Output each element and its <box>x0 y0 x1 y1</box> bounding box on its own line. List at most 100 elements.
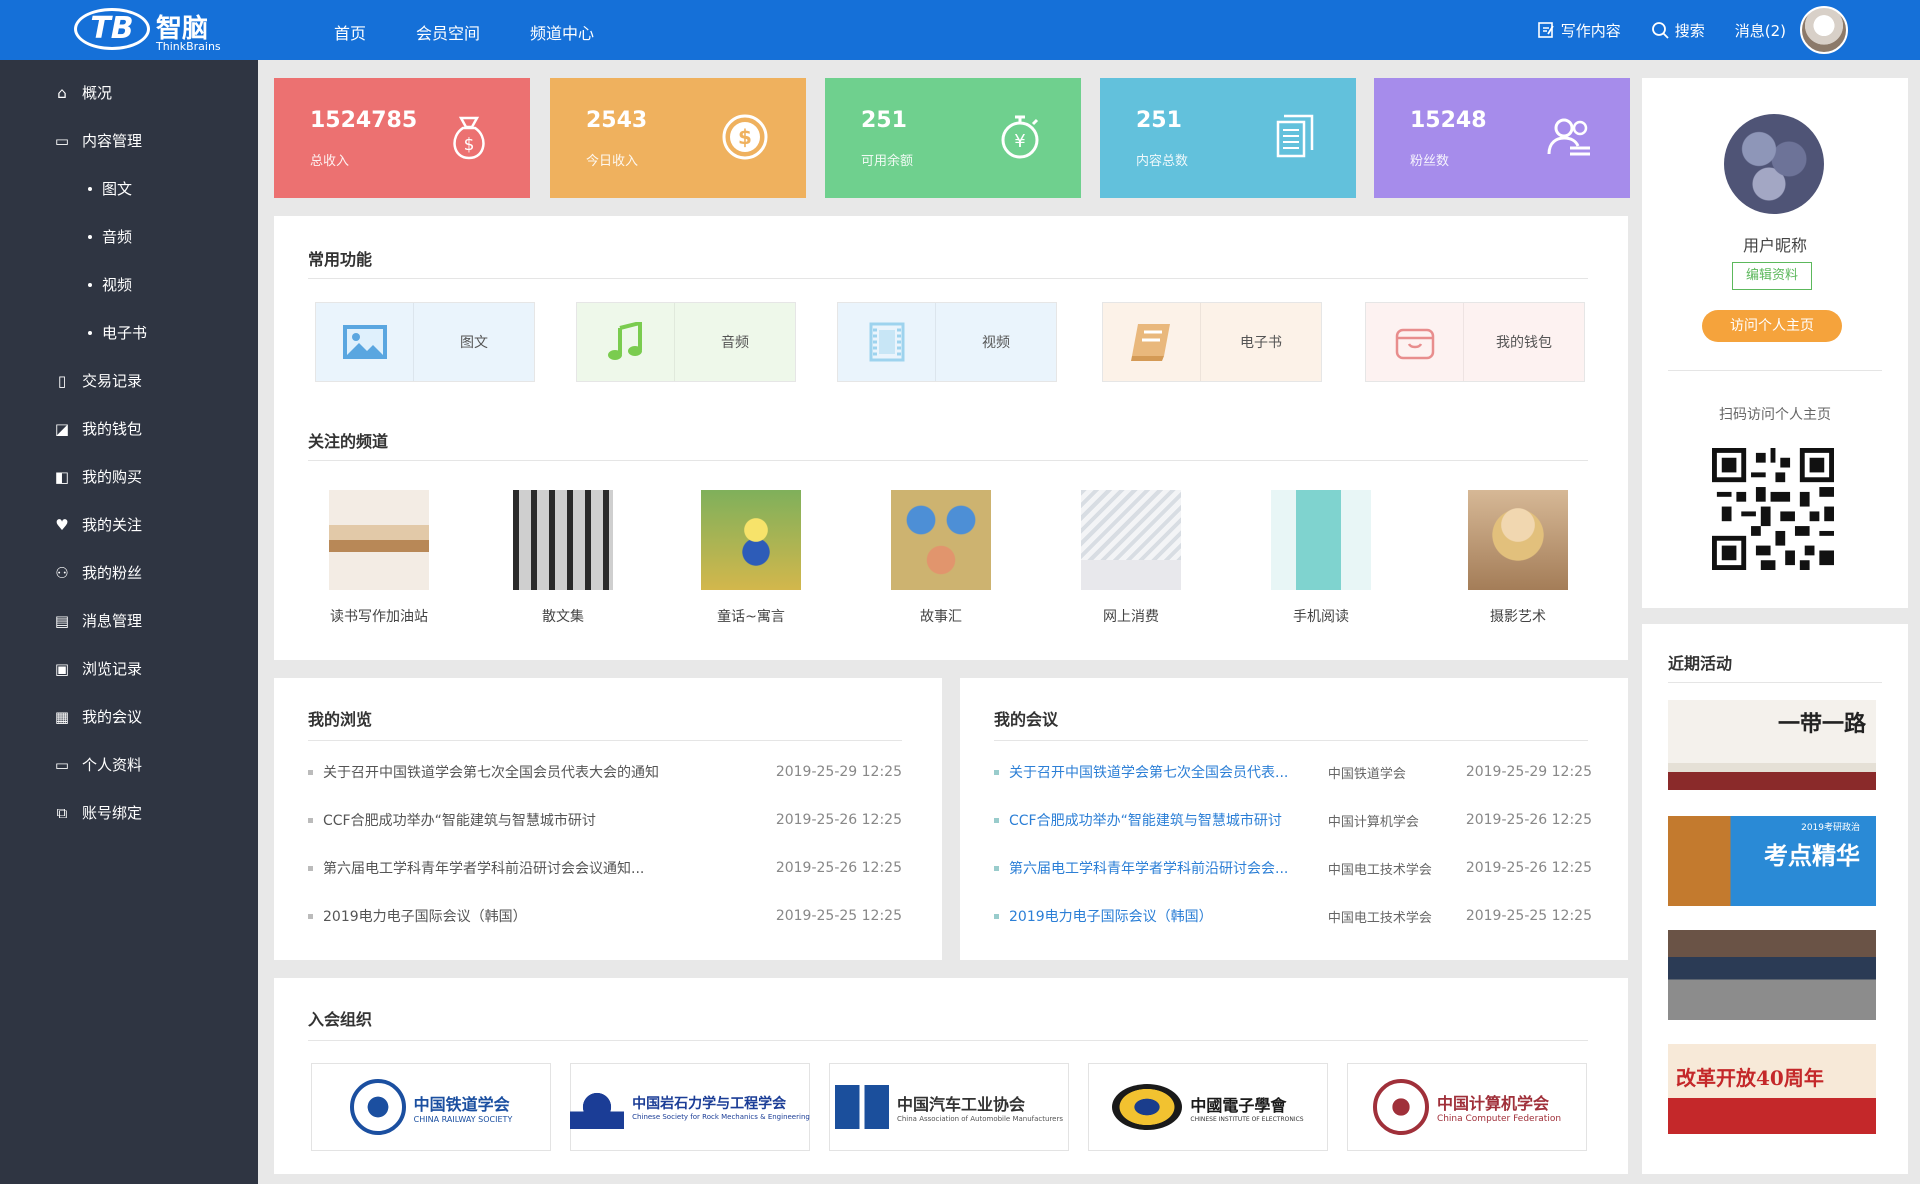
nav-channel-center[interactable]: 频道中心 <box>530 20 594 44</box>
channel-image-cart <box>1081 490 1181 590</box>
function-image-text[interactable]: 图文 <box>315 302 535 382</box>
function-icon-box <box>316 303 414 381</box>
browse-row[interactable]: 关于召开中国铁道学会第七次全国会员代表大会的通知 2019-25-29 12:25 <box>308 762 902 782</box>
divider <box>308 460 1588 461</box>
meeting-row-title[interactable]: 关于召开中国铁道学会第七次全国会员代表... <box>1009 762 1328 782</box>
profile-avatar[interactable] <box>1724 114 1824 214</box>
sidebar-item-history[interactable]: ▣ 浏览记录 <box>52 658 142 679</box>
org-item[interactable]: 中国汽车工业协会 China Association of Automobile … <box>829 1063 1069 1151</box>
stat-fans[interactable]: 15248 粉丝数 <box>1374 78 1630 198</box>
browse-row[interactable]: 2019电力电子国际会议（韩国） 2019-25-25 12:25 <box>308 906 902 926</box>
org-item[interactable]: 中國電子學會 CHINESE INSTITUTE OF ELECTRONICS <box>1088 1063 1328 1151</box>
sidebar-item-overview[interactable]: ⌂ 概况 <box>52 82 112 103</box>
channels-title: 关注的频道 <box>308 432 389 451</box>
org-item[interactable]: 中国岩石力学与工程学会 Chinese Society for Rock Mech… <box>570 1063 810 1151</box>
browse-row-title[interactable]: 关于召开中国铁道学会第七次全国会员代表大会的通知 <box>323 762 776 782</box>
meeting-row[interactable]: CCF合肥成功举办“智能建筑与智慧城市研讨 中国计算机学会 2019-25-26 1… <box>994 810 1592 830</box>
sidebar-item-content[interactable]: ▭ 内容管理 <box>52 130 142 151</box>
sidebar-item-meetings[interactable]: ▦ 我的会议 <box>52 706 142 727</box>
nav-home[interactable]: 首页 <box>334 20 366 44</box>
org-logo-railway <box>349 1079 406 1135</box>
browse-row-date: 2019-25-26 12:25 <box>775 812 902 828</box>
profile-card: 用户昵称 编辑资料 访问个人主页 扫码访问个人主页 <box>1642 78 1908 608</box>
activity-banner-exam[interactable]: 2019考研政治 考点精华 <box>1668 816 1876 906</box>
sidebar-sub-video[interactable]: 视频 <box>88 274 132 295</box>
channel-image-hourglass <box>329 490 429 590</box>
activity-banner-reform[interactable]: 改革开放40周年 <box>1668 1044 1876 1134</box>
sidebar-item-wallet[interactable]: ◪ 我的钱包 <box>52 418 142 439</box>
stat-label: 粉丝数 <box>1410 154 1450 169</box>
sidebar-item-follows[interactable]: ♥ 我的关注 <box>52 514 142 535</box>
stat-label: 可用余额 <box>861 154 914 169</box>
browse-row-title[interactable]: 2019电力电子国际会议（韩国） <box>323 906 776 926</box>
fans-icon: ⚇ <box>55 563 69 582</box>
org-name-en: CHINA RAILWAY SOCIETY <box>413 1114 513 1124</box>
browse-row-date: 2019-25-26 12:25 <box>775 860 902 876</box>
channel-item[interactable]: 读书写作加油站 <box>329 490 429 626</box>
sidebar-sub-audio[interactable]: 音频 <box>88 226 132 247</box>
stat-balance[interactable]: 251 可用余额 ¥ <box>825 78 1081 198</box>
nav-member-space[interactable]: 会员空间 <box>416 20 480 44</box>
svg-text:$: $ <box>464 135 475 155</box>
meeting-row[interactable]: 关于召开中国铁道学会第七次全国会员代表... 中国铁道学会 2019-25-29 1… <box>994 762 1592 782</box>
browse-card: 我的浏览 关于召开中国铁道学会第七次全国会员代表大会的通知 2019-25-29 … <box>274 678 942 960</box>
sidebar-item-profile[interactable]: ▭ 个人资料 <box>52 754 142 775</box>
browse-row[interactable]: 第六届电工学科青年学者学科前沿研讨会会议通知... 2019-25-26 12:2… <box>308 858 902 878</box>
sidebar-item-purchases[interactable]: ◧ 我的购买 <box>52 466 142 487</box>
browse-row-date: 2019-25-29 12:25 <box>775 764 902 780</box>
meeting-row[interactable]: 2019电力电子国际会议（韩国） 中国电工技术学会 2019-25-25 12:25 <box>994 906 1592 926</box>
meeting-row-title[interactable]: 第六届电工学科青年学者学科前沿研讨会会... <box>1009 858 1328 878</box>
org-logo-electronics <box>1112 1084 1183 1130</box>
sidebar-item-label: 我的会议 <box>82 708 143 726</box>
channel-image-phone <box>1271 490 1371 590</box>
sidebar-item-transactions[interactable]: ▯ 交易记录 <box>52 370 142 391</box>
qr-caption: 扫码访问个人主页 <box>1719 407 1831 423</box>
sidebar-item-binding[interactable]: ⧉ 账号绑定 <box>52 802 142 823</box>
meeting-row-org: 中国电工技术学会 <box>1327 862 1432 878</box>
sidebar-sub-ebook[interactable]: 电子书 <box>88 322 147 343</box>
sidebar-item-fans[interactable]: ⚇ 我的粉丝 <box>52 562 142 583</box>
channel-item[interactable]: 散文集 <box>513 490 613 626</box>
meeting-row-date: 2019-25-25 12:25 <box>1465 908 1592 924</box>
function-video[interactable]: 视频 <box>837 302 1057 382</box>
activity-banner-belt-road[interactable]: 一带一路 <box>1668 700 1876 790</box>
activity-banner-conference[interactable] <box>1668 930 1876 1020</box>
visit-homepage-button[interactable]: 访问个人主页 <box>1702 310 1842 342</box>
browse-row-title[interactable]: CCF合肥成功举办“智能建筑与智慧城市研讨 <box>323 810 776 830</box>
function-wallet[interactable]: 我的钱包 <box>1365 302 1585 382</box>
browse-row-date: 2019-25-25 12:25 <box>775 908 902 924</box>
stat-total-income[interactable]: 1524785 总收入 $ <box>274 78 530 198</box>
channel-name: 摄影艺术 <box>1490 609 1546 625</box>
search-button[interactable]: 搜索 <box>1651 20 1705 41</box>
sidebar-item-label: 我的关注 <box>82 516 143 534</box>
user-avatar[interactable] <box>1800 6 1848 54</box>
divider <box>994 740 1588 741</box>
org-item[interactable]: 中国计算机学会 China Computer Federation <box>1347 1063 1587 1151</box>
function-ebook[interactable]: 电子书 <box>1102 302 1322 382</box>
browse-row[interactable]: CCF合肥成功举办“智能建筑与智慧城市研讨 2019-25-26 12:25 <box>308 810 902 830</box>
channel-item[interactable]: 手机阅读 <box>1271 490 1371 626</box>
logo[interactable]: TB 智脑 ThinkBrains <box>74 6 234 54</box>
browse-row-title[interactable]: 第六届电工学科青年学者学科前沿研讨会会议通知... <box>323 858 776 878</box>
channel-item[interactable]: 网上消费 <box>1081 490 1181 626</box>
org-item[interactable]: 中国铁道学会 CHINA RAILWAY SOCIETY <box>311 1063 551 1151</box>
sidebar-item-messages[interactable]: ▤ 消息管理 <box>52 610 142 631</box>
channel-item[interactable]: 摄影艺术 <box>1468 490 1568 626</box>
channel-item[interactable]: 故事汇 <box>891 490 991 626</box>
stat-today-income[interactable]: 2543 今日收入 $ <box>550 78 806 198</box>
stat-content-count[interactable]: 251 内容总数 <box>1100 78 1356 198</box>
wallet-icon: ◪ <box>54 419 70 438</box>
sidebar-sub-image-text[interactable]: 图文 <box>88 178 132 199</box>
meeting-row[interactable]: 第六届电工学科青年学者学科前沿研讨会会... 中国电工技术学会 2019-25-26… <box>994 858 1592 878</box>
sidebar-item-label: 个人资料 <box>82 756 143 774</box>
meeting-row-title[interactable]: 2019电力电子国际会议（韩国） <box>1009 906 1328 926</box>
edit-profile-button[interactable]: 编辑资料 <box>1732 262 1812 290</box>
meeting-row-date: 2019-25-26 12:25 <box>1465 860 1592 876</box>
meeting-row-title[interactable]: CCF合肥成功举办“智能建筑与智慧城市研讨 <box>1009 810 1328 830</box>
channel-item[interactable]: 童话~寓言 <box>701 490 801 626</box>
write-button[interactable]: 写作内容 <box>1537 20 1621 41</box>
messages-button[interactable]: 消息(2) <box>1735 20 1786 41</box>
function-audio[interactable]: 音频 <box>576 302 796 382</box>
bullet-icon <box>88 330 92 335</box>
qr-code-icon[interactable] <box>1712 448 1834 570</box>
